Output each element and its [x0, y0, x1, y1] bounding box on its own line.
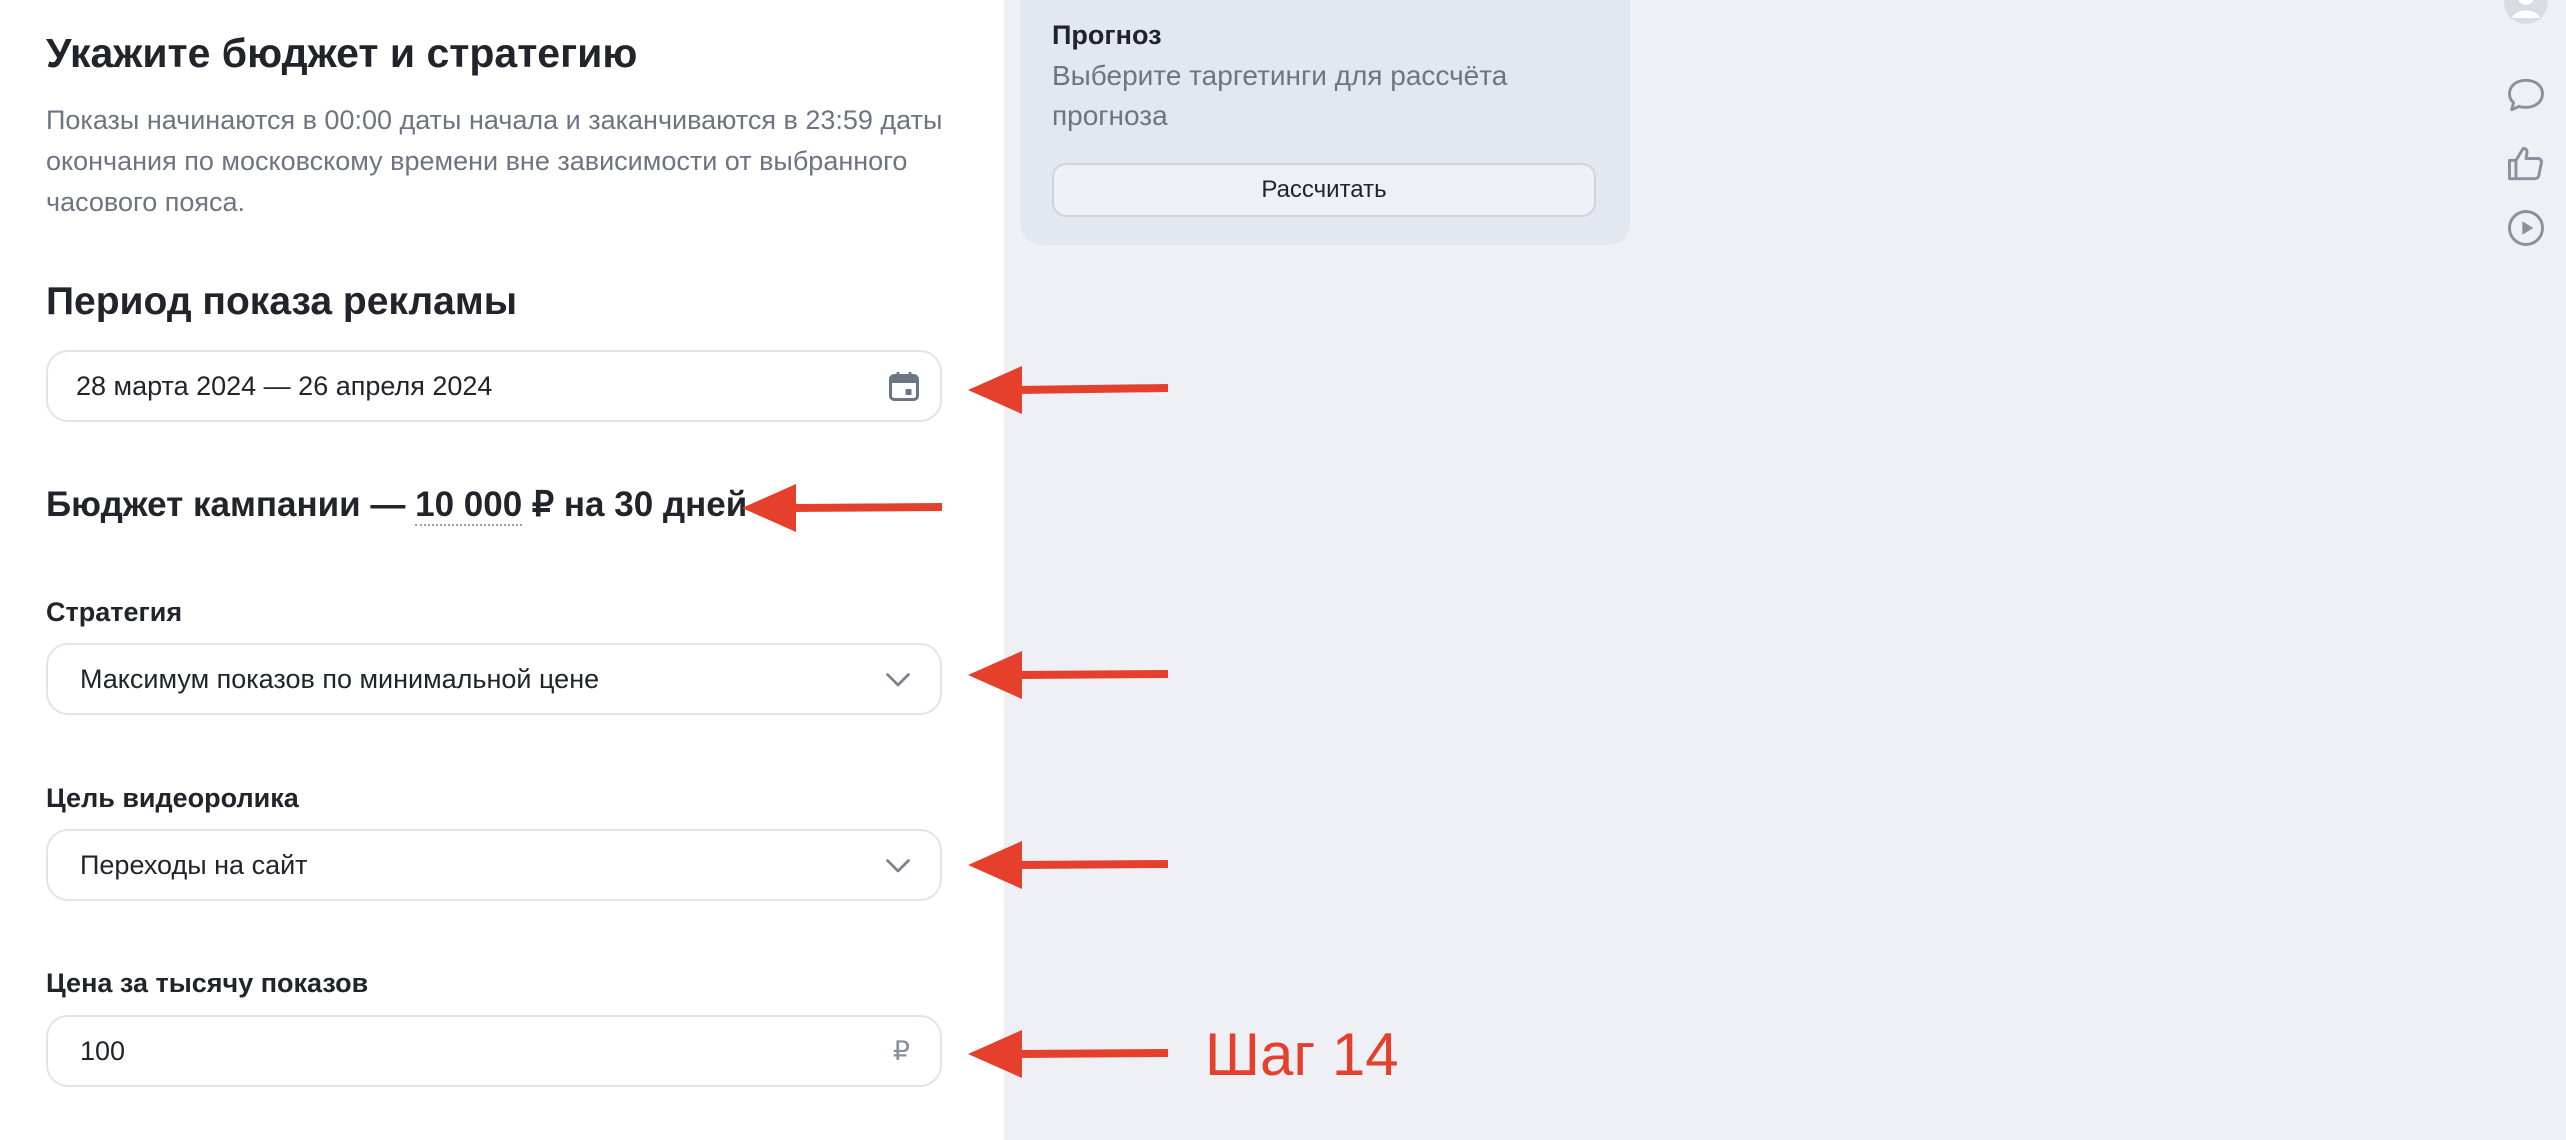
annotation-arrow-date — [968, 366, 1169, 414]
currency-suffix: ₽ — [892, 1036, 910, 1066]
period-heading: Период показа рекламы — [46, 280, 518, 323]
annotation-arrow-strategy — [968, 651, 1169, 699]
forecast-hint: Выберите таргетинги для рассчёта прогноз… — [1052, 60, 1508, 131]
chevron-down-icon — [886, 859, 910, 873]
calendar-icon[interactable] — [886, 368, 922, 404]
date-range-value: 28 марта 2024 — 26 апреля 2024 — [76, 371, 493, 401]
video-goal-label: Цель видеоролика — [46, 783, 299, 813]
budget-suffix: ₽ на 30 дней — [522, 485, 748, 524]
annotation-arrow-cpm — [968, 1030, 1169, 1078]
forecast-title: Прогноз — [1052, 20, 1162, 50]
calculate-button[interactable]: Рассчитать — [1052, 163, 1596, 217]
date-range-input[interactable]: 28 марта 2024 — 26 апреля 2024 — [46, 350, 942, 422]
cpm-label: Цена за тысячу показов — [46, 968, 369, 998]
budget-prefix: Бюджет кампании — — [46, 485, 416, 524]
forecast-card: Прогноз Выберите таргетинги для рассчёта… — [1020, 0, 1630, 245]
strategy-value: Максимум показов по минимальной цене — [80, 664, 600, 694]
campaign-budget-heading: Бюджет кампании — 10 000 ₽ на 30 дней — [46, 485, 748, 526]
annotation-arrow-video-goal — [968, 841, 1169, 889]
thumbs-up-icon[interactable] — [2504, 142, 2548, 186]
avatar[interactable] — [2504, 0, 2548, 24]
strategy-label: Стратегия — [46, 597, 183, 627]
page-title: Укажите бюджет и стратегию — [46, 30, 638, 76]
budget-amount-link[interactable]: 10 000 — [415, 485, 523, 526]
video-goal-select[interactable]: Переходы на сайт — [46, 829, 942, 901]
chevron-down-icon — [886, 673, 910, 687]
video-goal-value: Переходы на сайт — [80, 850, 308, 880]
cpm-value: 100 — [80, 1036, 126, 1066]
strategy-select[interactable]: Максимум показов по минимальной цене — [46, 643, 942, 715]
step-annotation-label: Шаг 14 — [1205, 1021, 1399, 1088]
annotation-arrow-budget — [742, 484, 943, 532]
cpm-input[interactable]: 100 ₽ — [46, 1015, 942, 1087]
campaign-settings-panel: Укажите бюджет и стратегию Показы начина… — [0, 0, 1004, 1140]
chat-icon[interactable] — [2504, 73, 2548, 117]
play-icon[interactable] — [2504, 206, 2548, 250]
schedule-description: Показы начинаются в 00:00 даты начала и … — [46, 105, 943, 217]
